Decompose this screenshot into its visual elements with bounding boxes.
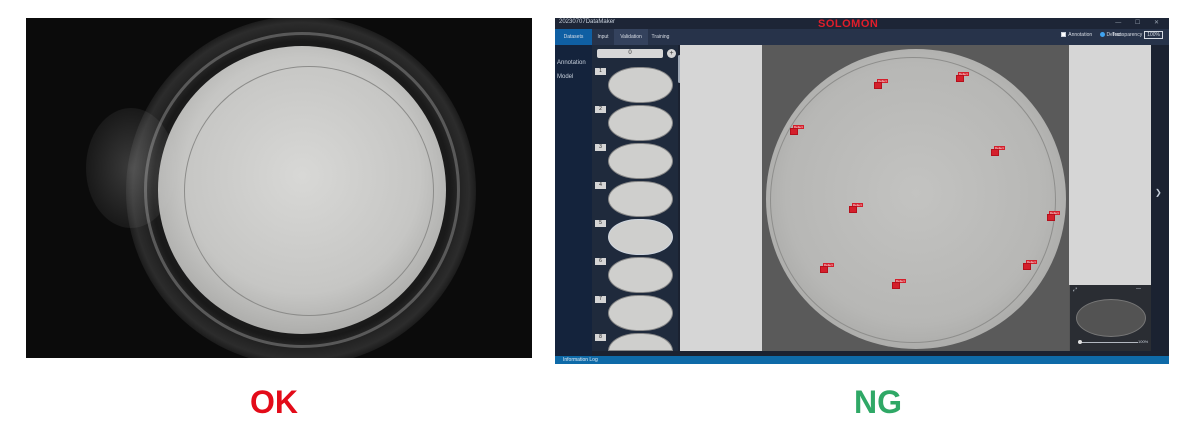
defect-box[interactable] <box>991 149 999 156</box>
defect-box[interactable] <box>790 128 798 135</box>
thumbnail-number: 5 <box>595 220 606 227</box>
zoom-slider-knob[interactable] <box>1078 340 1082 344</box>
inspection-app-window: 20230707DataMaker SOLOMON — ☐ ✕ Datasets… <box>555 18 1169 364</box>
annotation-field[interactable]: 0 <box>597 49 663 58</box>
defect-box[interactable] <box>849 206 857 213</box>
fit-icon[interactable]: ⤢ <box>1073 287 1077 293</box>
tab-training[interactable]: Training <box>648 29 673 45</box>
thumbnail-item[interactable] <box>608 105 673 141</box>
thumbnail-item[interactable] <box>608 333 673 351</box>
thumbnail-number: 4 <box>595 182 606 189</box>
title-bar: 20230707DataMaker SOLOMON — ☐ ✕ <box>555 18 1169 30</box>
thumbnail-item-selected[interactable] <box>608 219 673 255</box>
tab-validation[interactable]: Validation <box>614 29 648 45</box>
ok-sample-image <box>26 18 532 358</box>
thumbnail-number: 8 <box>595 334 606 341</box>
defect-box[interactable] <box>1047 214 1055 221</box>
thumbnail-number: 3 <box>595 144 606 151</box>
thumbnail-item[interactable] <box>608 257 673 293</box>
image-list-panel: 0 + 1 2 3 4 5 6 7 8 <box>592 45 678 351</box>
ng-label: NG <box>854 384 902 420</box>
defect-box[interactable] <box>820 266 828 273</box>
canvas-background <box>680 45 762 351</box>
defect-radio[interactable] <box>1099 32 1105 38</box>
thumbnail-number: 2 <box>595 106 606 113</box>
transparency-control: Transparency 100% <box>1112 31 1163 39</box>
thumbnail-number: 1 <box>595 68 606 75</box>
annotation-checkbox[interactable] <box>1061 32 1067 38</box>
tab-datasets[interactable]: Datasets <box>555 29 592 45</box>
defect-box[interactable] <box>892 282 900 289</box>
thumbnail-item[interactable] <box>608 295 673 331</box>
thumbnail-number: 7 <box>595 296 606 303</box>
minimize-icon[interactable]: — <box>1136 286 1141 292</box>
minimap-preview[interactable] <box>1076 299 1146 337</box>
thumbnail-number: 6 <box>595 258 606 265</box>
add-button[interactable]: + <box>667 49 676 58</box>
info-bar[interactable]: Information Log <box>555 356 1169 364</box>
defect-box[interactable] <box>956 75 964 82</box>
chevron-right-icon[interactable]: ❯ <box>1155 188 1162 197</box>
image-canvas[interactable]: Defect Defect Defect Defect Defect Defec… <box>762 45 1069 351</box>
zoom-value: 100% <box>1138 339 1149 344</box>
sidebar-item-model[interactable]: Model <box>557 74 573 80</box>
minimap: ⤢ — 100% <box>1069 285 1151 351</box>
info-log-label[interactable]: Information Log <box>563 357 598 363</box>
defect-box[interactable] <box>874 82 882 89</box>
transparency-label: Transparency <box>1111 32 1143 38</box>
sidebar-item-annotation[interactable]: Annotation <box>557 60 586 66</box>
thumbnail-item[interactable] <box>608 67 673 103</box>
inner-edge-line <box>184 66 434 316</box>
transparency-value[interactable]: 100% <box>1144 31 1163 39</box>
inner-edge-line <box>770 57 1056 343</box>
window-title: 20230707DataMaker <box>559 19 616 25</box>
sidebar: Annotation Model <box>555 45 592 364</box>
annotation-toggle-label: Annotation <box>1068 32 1093 38</box>
zoom-slider[interactable] <box>1078 342 1138 343</box>
light-glare <box>86 108 176 228</box>
ok-label: OK <box>250 384 298 420</box>
thumbnail-item[interactable] <box>608 181 673 217</box>
window-controls[interactable]: — ☐ ✕ <box>1115 19 1165 26</box>
tab-input[interactable]: Input <box>592 29 614 45</box>
thumbnail-item[interactable] <box>608 143 673 179</box>
defect-box[interactable] <box>1023 263 1031 270</box>
tab-bar: Datasets Input Validation Training Annot… <box>555 29 1169 45</box>
